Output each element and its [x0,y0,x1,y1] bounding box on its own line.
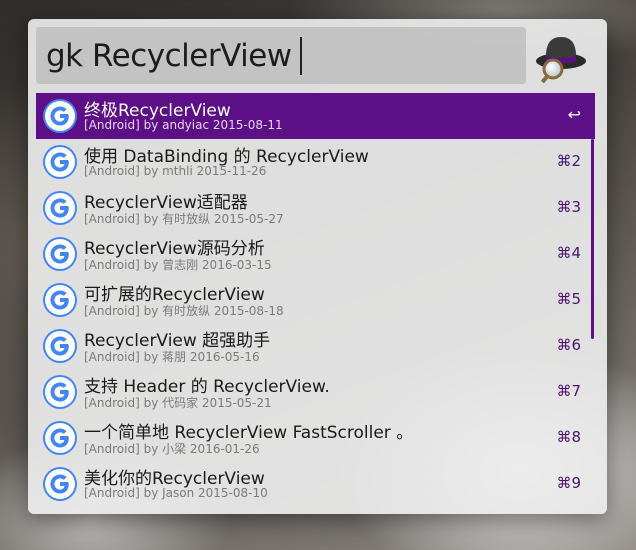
google-g-icon [42,236,78,272]
search-box[interactable]: gk RecyclerView [36,27,526,84]
shortcut-label: ⌘3 [556,198,581,216]
result-subtitle: [Android] by 曾志刚 2016-03-15 [84,258,272,272]
result-row[interactable]: 支持 Header 的 RecyclerView. [Android] by 代码… [36,369,595,415]
result-row[interactable]: 一个简单地 RecyclerView FastScroller 。 [Androi… [36,415,595,461]
text-caret [299,36,302,75]
shortcut-label: ⌘4 [556,244,581,262]
result-row[interactable]: 可扩展的RecyclerView [Android] by 有时放纵 2015-0… [36,277,595,323]
result-row[interactable]: RecyclerView 超强助手 [Android] by 蒋朋 2016-05… [36,323,595,369]
results-list: 终极RecyclerView [Android] by andyiac 2015-… [36,93,595,507]
result-subtitle: [Android] by mthli 2015-11-26 [84,164,267,178]
google-g-icon [42,190,78,226]
result-row[interactable]: RecyclerView源码分析 [Android] by 曾志刚 2016-03… [36,231,595,277]
shortcut-label: ⌘9 [556,474,581,492]
launcher-window: gk RecyclerView 终极RecyclerView [Android] … [28,19,607,514]
result-row[interactable]: 美化你的RecyclerView [Android] by Jason 2015-… [36,461,595,507]
result-row[interactable]: RecyclerView适配器 [Android] by 有时放纵 2015-05… [36,185,595,231]
return-key-icon: ↩ [567,105,581,124]
result-subtitle: [Android] by 有时放纵 2015-08-18 [84,304,284,318]
google-g-icon [42,328,78,364]
shortcut-label: ⌘8 [556,428,581,446]
scrollbar[interactable] [591,139,594,339]
result-subtitle: [Android] by 代码家 2015-05-21 [84,396,272,410]
google-g-icon [42,466,78,502]
result-subtitle: [Android] by andyiac 2015-08-11 [84,118,283,132]
result-subtitle: [Android] by Jason 2015-08-10 [84,486,268,500]
search-input[interactable]: gk RecyclerView [36,38,292,74]
google-g-icon [42,282,78,318]
result-subtitle: [Android] by 蒋朋 2016-05-16 [84,350,260,364]
google-g-icon [42,144,78,180]
shortcut-label: ⌘2 [556,152,581,170]
result-subtitle: [Android] by 小梁 2016-01-26 [84,442,260,456]
result-subtitle: [Android] by 有时放纵 2015-05-27 [84,212,284,226]
google-g-icon [42,420,78,456]
alfred-hat-icon [533,31,589,84]
google-g-icon [42,374,78,410]
result-row[interactable]: 终极RecyclerView [Android] by andyiac 2015-… [36,93,595,139]
shortcut-label: ⌘6 [556,336,581,354]
shortcut-label: ⌘7 [556,382,581,400]
shortcut-label: ⌘5 [556,290,581,308]
google-g-icon [42,98,78,134]
result-row[interactable]: 使用 DataBinding 的 RecyclerView [Android] b… [36,139,595,185]
